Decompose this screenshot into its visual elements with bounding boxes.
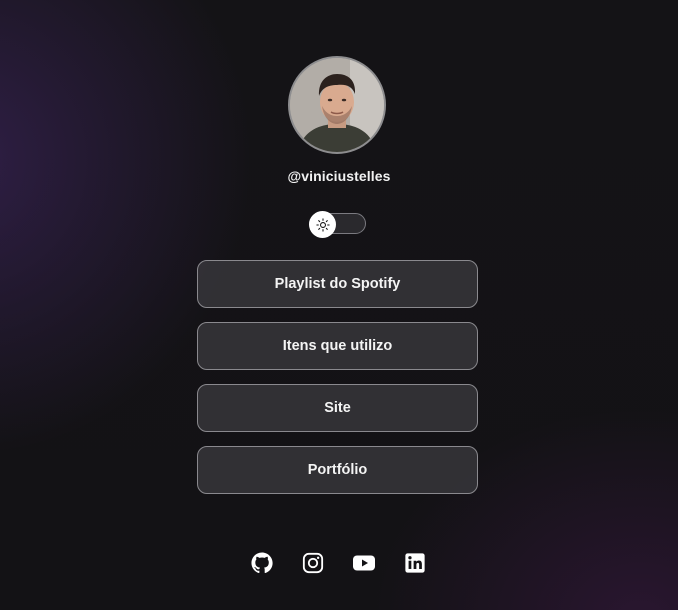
link-list: Playlist do Spotify Itens que utilizo Si…: [197, 260, 478, 508]
gear-items-button[interactable]: Itens que utilizo: [197, 322, 478, 370]
instagram-icon: [302, 552, 324, 574]
portfolio-button[interactable]: Portfólio: [197, 446, 478, 494]
linkedin-link[interactable]: [403, 551, 427, 575]
instagram-link[interactable]: [301, 551, 325, 575]
avatar-photo: [290, 58, 384, 152]
linktree-page: @viniciustelles Playlist do Spotify Iten…: [0, 0, 678, 610]
github-link[interactable]: [250, 551, 274, 575]
spotify-playlist-button[interactable]: Playlist do Spotify: [197, 260, 478, 308]
youtube-link[interactable]: [352, 551, 376, 575]
linkedin-icon: [405, 553, 425, 573]
sun-icon: [315, 217, 330, 232]
youtube-icon: [353, 555, 375, 571]
avatar: [288, 56, 386, 154]
theme-toggle[interactable]: [309, 211, 366, 238]
github-icon: [251, 552, 273, 574]
social-links: [250, 551, 427, 575]
theme-toggle-knob[interactable]: [309, 211, 336, 238]
username: @viniciustelles: [287, 168, 391, 184]
site-button[interactable]: Site: [197, 384, 478, 432]
